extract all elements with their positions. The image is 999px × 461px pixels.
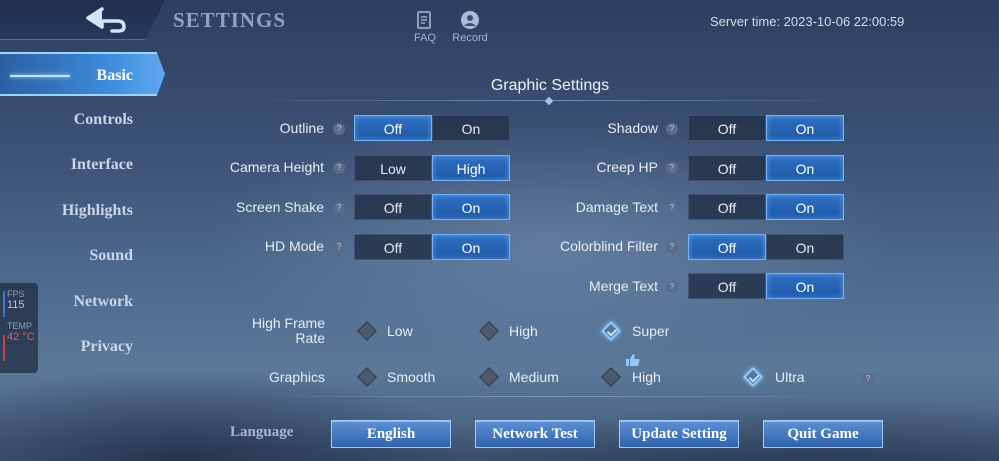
colorblind-filter-on-option[interactable]: On <box>766 234 844 260</box>
fps-bar <box>3 291 5 317</box>
back-button[interactable] <box>0 0 165 40</box>
help-icon[interactable]: ? <box>666 241 678 253</box>
help-icon[interactable]: ? <box>333 162 345 174</box>
help-icon[interactable]: ? <box>333 241 345 253</box>
shadow-off-option[interactable]: Off <box>688 115 766 141</box>
language-label: Language <box>230 424 294 440</box>
damage-text-toggle: Off On <box>688 194 844 220</box>
screen-shake-on-option[interactable]: On <box>432 194 510 220</box>
frame-rate-label-line2: Rate <box>295 330 325 346</box>
screen-shake-label: Screen Shake <box>236 199 324 215</box>
top-bar: SETTINGS FAQ Record Server time: 2023-10… <box>0 0 999 50</box>
damage-text-on-option[interactable]: On <box>766 194 844 220</box>
merge-text-label: Merge Text <box>589 278 658 294</box>
temp-bar <box>3 335 5 361</box>
colorblind-filter-off-option[interactable]: Off <box>688 234 766 260</box>
graphics-ultra-label[interactable]: Ultra <box>775 369 805 385</box>
quit-game-button[interactable]: Quit Game <box>763 420 883 448</box>
creep-hp-label: Creep HP <box>596 159 658 175</box>
performance-overlay: FPS 115 TEMP 42 °C <box>0 283 38 373</box>
help-icon[interactable]: ? <box>666 123 678 135</box>
merge-text-toggle: Off On <box>688 273 844 299</box>
temp-label: TEMP <box>7 321 33 331</box>
camera-height-low-option[interactable]: Low <box>354 155 432 181</box>
frame-rate-label-line1: High Frame <box>251 315 325 331</box>
sidebar-item-basic[interactable]: Basic <box>0 52 165 96</box>
fps-value: 115 <box>7 299 25 311</box>
screen-shake-toggle: Off On <box>354 194 510 220</box>
hd-mode-on-option[interactable]: On <box>432 234 510 260</box>
faq-button[interactable]: FAQ <box>405 10 445 44</box>
network-test-button[interactable]: Network Test <box>475 420 595 448</box>
graphics-medium-label[interactable]: Medium <box>509 369 559 385</box>
hd-mode-toggle: Off On <box>354 234 510 260</box>
recommended-thumbs-up-icon <box>626 354 640 366</box>
screen-shake-off-option[interactable]: Off <box>354 194 432 220</box>
help-icon[interactable]: ? <box>862 373 874 385</box>
camera-height-high-option[interactable]: High <box>432 155 510 181</box>
title-divider-ornament <box>544 96 554 106</box>
merge-text-off-option[interactable]: Off <box>688 273 766 299</box>
creep-hp-on-option[interactable]: On <box>766 155 844 181</box>
document-icon <box>417 11 431 29</box>
sidebar-item-sound[interactable]: Sound <box>0 234 165 278</box>
outline-off-option[interactable]: Off <box>354 115 432 141</box>
server-time: Server time: 2023-10-06 22:00:59 <box>710 14 905 29</box>
frame-rate-super-label[interactable]: Super <box>632 323 669 339</box>
merge-text-on-option[interactable]: On <box>766 273 844 299</box>
fps-label: FPS <box>7 289 25 299</box>
language-english-button[interactable]: English <box>331 420 451 448</box>
shadow-on-option[interactable]: On <box>766 115 844 141</box>
frame-rate-low-label[interactable]: Low <box>387 323 413 339</box>
help-icon[interactable]: ? <box>666 281 678 293</box>
outline-toggle: Off On <box>354 115 510 141</box>
sidebar-item-controls[interactable]: Controls <box>0 98 165 142</box>
help-icon[interactable]: ? <box>666 162 678 174</box>
graphics-quality-label: Graphics <box>268 369 325 385</box>
section-title: Graphic Settings <box>490 77 610 94</box>
damage-text-label: Damage Text <box>575 199 658 215</box>
sidebar-item-interface[interactable]: Interface <box>0 143 165 187</box>
damage-text-off-option[interactable]: Off <box>688 194 766 220</box>
colorblind-filter-toggle: Off On <box>688 234 844 260</box>
outline-label: Outline <box>279 120 324 136</box>
hd-mode-off-option[interactable]: Off <box>354 234 432 260</box>
page-title: SETTINGS <box>173 8 287 32</box>
shadow-toggle: Off On <box>688 115 844 141</box>
creep-hp-toggle: Off On <box>688 155 844 181</box>
camera-height-toggle: Low High <box>354 155 510 181</box>
help-icon[interactable]: ? <box>333 202 345 214</box>
help-icon[interactable]: ? <box>666 202 678 214</box>
help-icon[interactable]: ? <box>333 123 345 135</box>
graphics-smooth-label[interactable]: Smooth <box>387 369 435 385</box>
faq-label: FAQ <box>413 32 436 44</box>
back-arrow-icon <box>86 7 126 33</box>
record-label: Record <box>452 32 488 44</box>
frame-rate-label: High Frame Rate <box>200 316 325 346</box>
hd-mode-label: HD Mode <box>264 238 324 254</box>
frame-rate-high-label[interactable]: High <box>509 323 538 339</box>
colorblind-filter-label: Colorblind Filter <box>559 238 658 254</box>
outline-on-option[interactable]: On <box>432 115 510 141</box>
temp-value: 42 °C <box>7 331 35 343</box>
footer-divider <box>240 396 860 397</box>
camera-height-label: Camera Height <box>229 159 324 175</box>
creep-hp-off-option[interactable]: Off <box>688 155 766 181</box>
graphics-high-label[interactable]: High <box>632 369 661 385</box>
record-user-icon <box>461 11 479 29</box>
shadow-label: Shadow <box>607 120 658 136</box>
sidebar-item-highlights[interactable]: Highlights <box>0 189 165 233</box>
update-setting-button[interactable]: Update Setting <box>619 420 739 448</box>
record-button[interactable]: Record <box>450 10 490 44</box>
